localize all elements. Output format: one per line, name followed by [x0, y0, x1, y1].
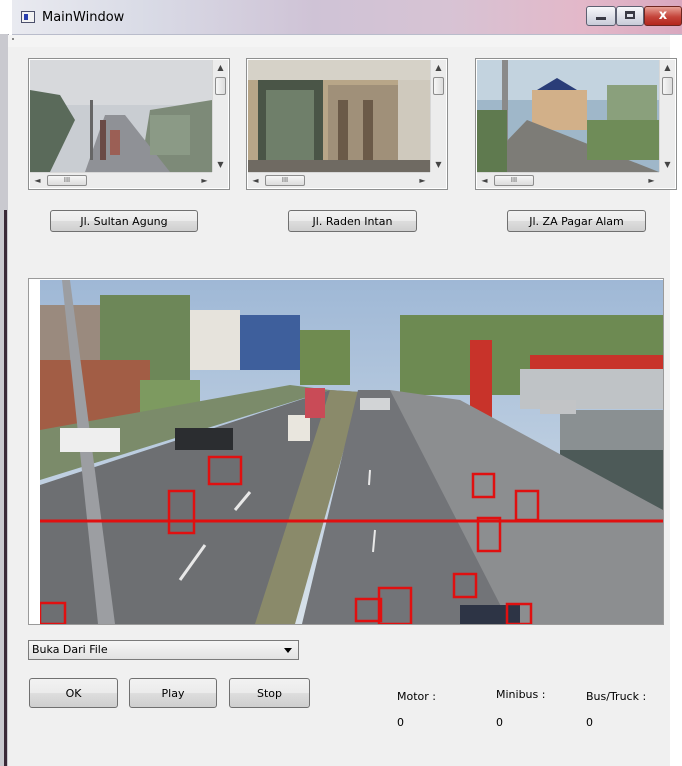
camera-view-1[interactable]: ▲ ▼ ◄ III ►: [28, 58, 230, 190]
scroll-thumb[interactable]: III: [265, 175, 305, 186]
vertical-scrollbar[interactable]: ▲ ▼: [430, 60, 446, 172]
camera-button-raden-intan[interactable]: Jl. Raden Intan: [288, 210, 417, 232]
scroll-right-icon[interactable]: ►: [415, 173, 430, 188]
horizontal-scrollbar[interactable]: ◄ III ►: [248, 172, 430, 188]
window-border-shadow: [4, 210, 7, 766]
camera-button-sultan-agung[interactable]: Jl. Sultan Agung: [50, 210, 198, 232]
camera-button-za-pagar-alam[interactable]: Jl. ZA Pagar Alam: [507, 210, 646, 232]
app-window-icon: [21, 11, 35, 23]
camera-image-2: [248, 60, 430, 172]
scroll-left-icon[interactable]: ◄: [248, 173, 263, 188]
menu-bar: [8, 35, 670, 47]
close-icon: x: [658, 8, 668, 23]
maximize-button[interactable]: [616, 6, 644, 26]
traffic-video-frame: [40, 280, 663, 624]
scroll-thumb[interactable]: [662, 77, 673, 95]
scroll-up-icon[interactable]: ▲: [660, 60, 675, 75]
play-button[interactable]: Play: [129, 678, 217, 708]
source-select[interactable]: Buka Dari File: [28, 640, 299, 660]
motor-label: Motor :: [397, 690, 436, 703]
scroll-corner: [212, 172, 228, 188]
bus-truck-count: 0: [586, 716, 593, 729]
camera-view-2[interactable]: ▲ ▼ ◄ III ►: [246, 58, 448, 190]
source-select-value: Buka Dari File: [32, 643, 108, 656]
minimize-icon: [596, 17, 606, 20]
stop-button[interactable]: Stop: [229, 678, 310, 708]
scroll-right-icon[interactable]: ►: [644, 173, 659, 188]
vertical-scrollbar[interactable]: ▲ ▼: [659, 60, 675, 172]
chevron-down-icon[interactable]: [284, 648, 292, 653]
scroll-corner: [659, 172, 675, 188]
scroll-thumb[interactable]: III: [494, 175, 534, 186]
maximize-icon: [625, 11, 635, 19]
horizontal-scrollbar[interactable]: ◄ III ►: [477, 172, 659, 188]
scroll-down-icon[interactable]: ▼: [431, 157, 446, 172]
minimize-button[interactable]: [586, 6, 616, 26]
scroll-left-icon[interactable]: ◄: [30, 173, 45, 188]
scroll-right-icon[interactable]: ►: [197, 173, 212, 188]
camera-image-1: [30, 60, 212, 172]
scroll-left-icon[interactable]: ◄: [477, 173, 492, 188]
camera-view-3[interactable]: ▲ ▼ ◄ III ►: [475, 58, 677, 190]
horizontal-scrollbar[interactable]: ◄ III ►: [30, 172, 212, 188]
menu-grip: [12, 38, 14, 40]
minibus-count: 0: [496, 716, 503, 729]
scroll-down-icon[interactable]: ▼: [213, 157, 228, 172]
ok-button[interactable]: OK: [29, 678, 118, 708]
close-button[interactable]: x: [644, 6, 682, 26]
scroll-thumb[interactable]: III: [47, 175, 87, 186]
scroll-thumb[interactable]: [433, 77, 444, 95]
vertical-scrollbar[interactable]: ▲ ▼: [212, 60, 228, 172]
camera-image-3: [477, 60, 659, 172]
scroll-up-icon[interactable]: ▲: [213, 60, 228, 75]
scroll-up-icon[interactable]: ▲: [431, 60, 446, 75]
scroll-corner: [430, 172, 446, 188]
window-title: MainWindow: [42, 10, 125, 25]
main-video-view[interactable]: [28, 278, 664, 625]
motor-count: 0: [397, 716, 404, 729]
scroll-down-icon[interactable]: ▼: [660, 157, 675, 172]
scroll-thumb[interactable]: [215, 77, 226, 95]
bus-truck-label: Bus/Truck :: [586, 690, 647, 703]
title-bar[interactable]: MainWindow x: [12, 0, 682, 35]
minibus-label: Minibus :: [496, 688, 546, 701]
